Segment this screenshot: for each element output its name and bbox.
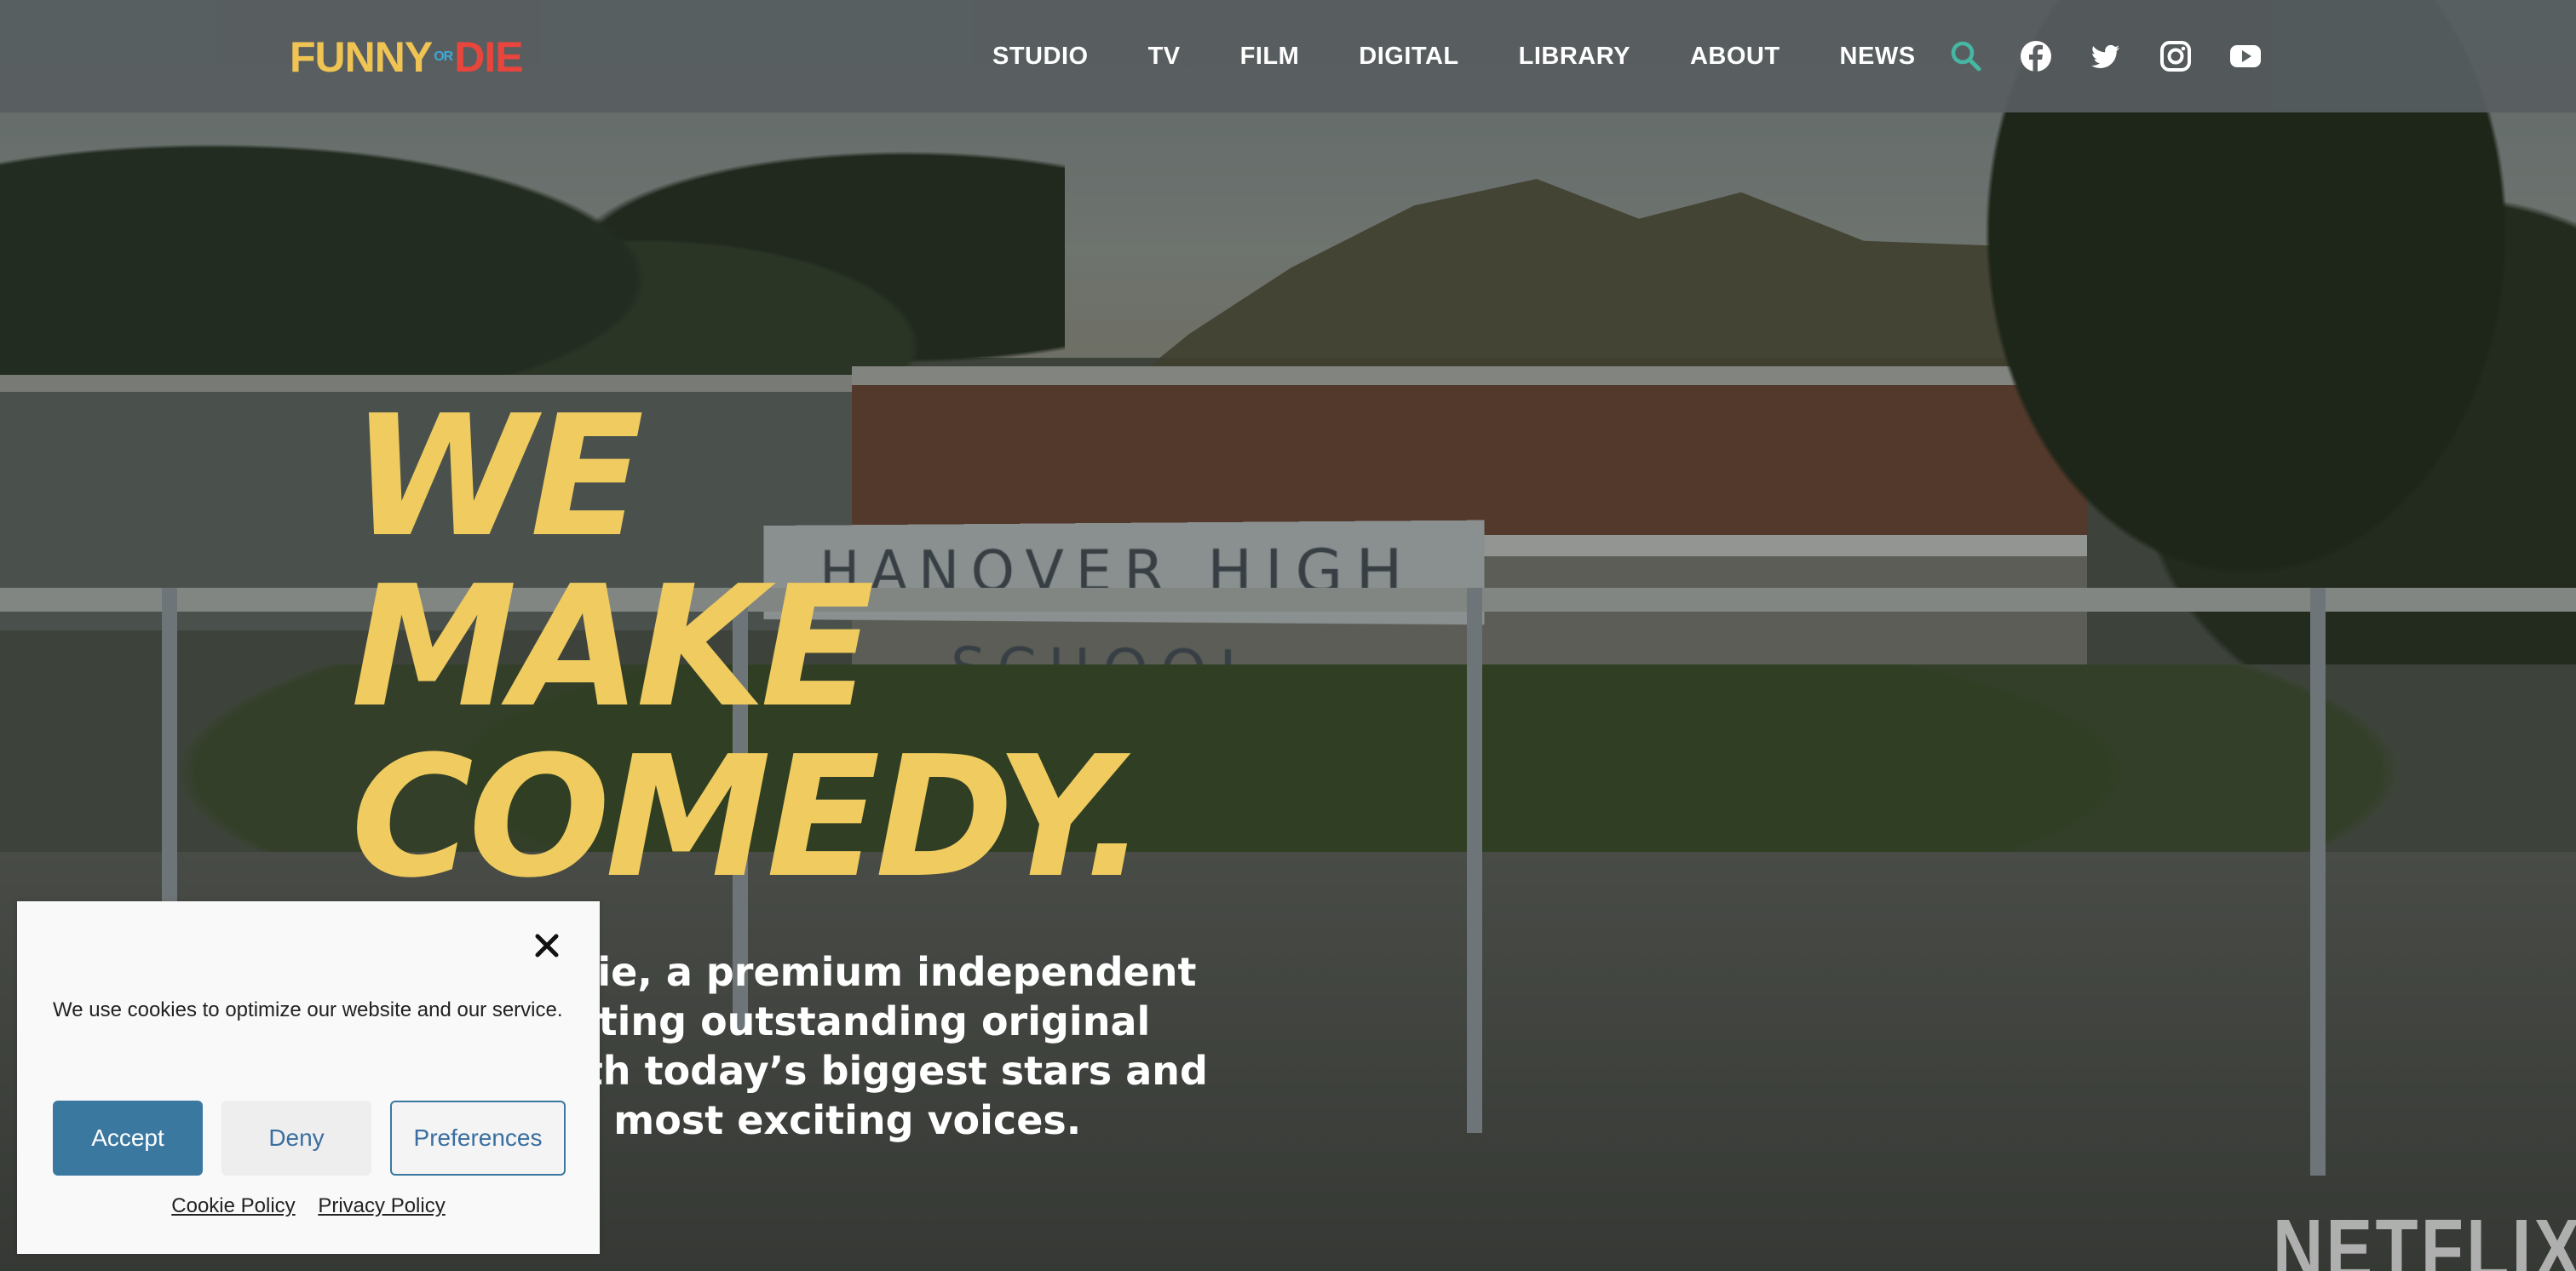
cookie-banner: We use cookies to optimize our website a…: [17, 901, 600, 1254]
cookie-message: We use cookies to optimize our website a…: [53, 998, 563, 1021]
youtube-icon[interactable]: [2222, 32, 2269, 80]
preferences-button[interactable]: Preferences: [390, 1101, 566, 1176]
twitter-icon[interactable]: [2082, 32, 2130, 80]
page: HANOVER HIGH SCHOOL NETFLIX FUNNY OR DIE…: [0, 0, 2576, 1271]
netflix-watermark: NETFLIX: [2273, 1202, 2576, 1271]
headline-line-2: MAKE: [351, 550, 875, 745]
nav-film[interactable]: FILM: [1240, 43, 1300, 71]
nav-library[interactable]: LIBRARY: [1519, 43, 1630, 71]
nav-tv[interactable]: TV: [1148, 43, 1181, 71]
nav-digital[interactable]: DIGITAL: [1359, 43, 1458, 71]
instagram-icon[interactable]: [2152, 32, 2199, 80]
cookie-links: Cookie Policy Privacy Policy: [17, 1194, 600, 1218]
site-logo[interactable]: FUNNY OR DIE: [290, 32, 524, 82]
close-icon[interactable]: [528, 927, 566, 964]
logo-or: OR: [434, 49, 453, 64]
cookie-policy-link[interactable]: Cookie Policy: [171, 1194, 295, 1217]
deny-button[interactable]: Deny: [221, 1101, 371, 1176]
header-icons: [1942, 32, 2291, 80]
facebook-icon[interactable]: [2012, 32, 2060, 80]
privacy-policy-link[interactable]: Privacy Policy: [318, 1194, 445, 1217]
main-nav: STUDIO TV FILM DIGITAL LIBRARY ABOUT NEW…: [963, 0, 1946, 112]
nav-news[interactable]: NEWS: [1840, 43, 1916, 71]
site-header: FUNNY OR DIE STUDIO TV FILM DIGITAL LIBR…: [0, 0, 2576, 112]
logo-die: DIE: [454, 33, 523, 81]
hero-headline: WE MAKE COMEDY.: [351, 380, 1147, 915]
accept-button[interactable]: Accept: [53, 1101, 203, 1176]
logo-funny: FUNNY: [290, 33, 433, 81]
nav-studio[interactable]: STUDIO: [992, 43, 1089, 71]
nav-about[interactable]: ABOUT: [1690, 43, 1780, 71]
search-icon[interactable]: [1942, 32, 1990, 80]
headline-line-1: WE: [351, 380, 644, 574]
headline-line-3: COMEDY.: [351, 721, 1147, 915]
cookie-buttons: Accept Deny Preferences: [53, 1101, 584, 1176]
